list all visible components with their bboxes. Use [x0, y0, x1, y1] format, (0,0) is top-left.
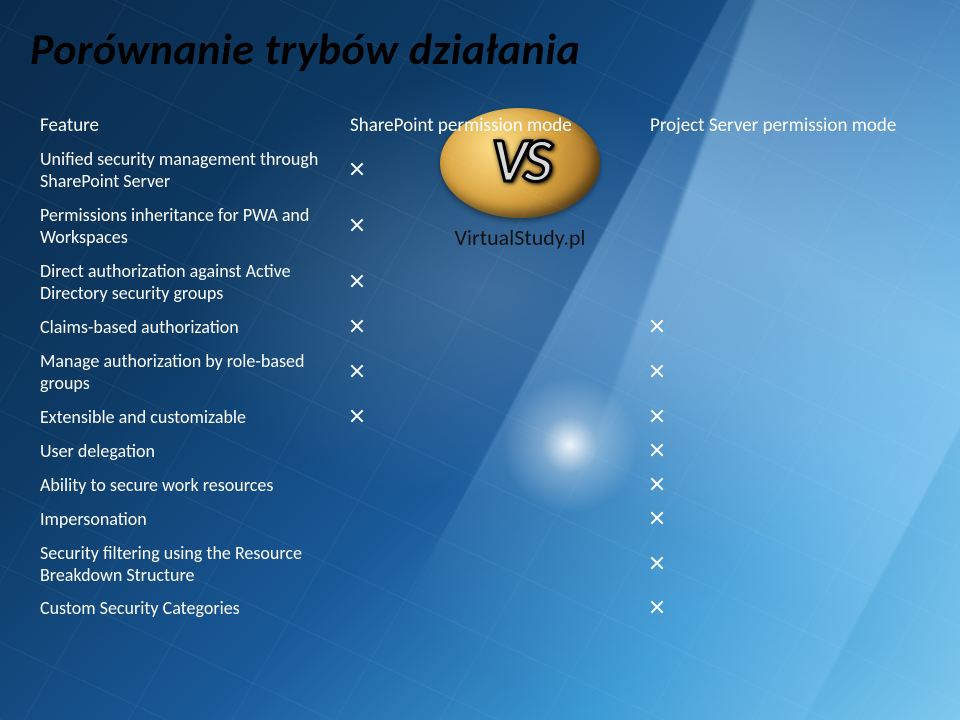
cell-sp: [340, 311, 640, 345]
cell-sp: [340, 345, 640, 401]
feature-label: Manage authorization by role-based group…: [30, 345, 340, 401]
header-project-server: Project Server permission mode: [640, 108, 930, 143]
check-icon: [650, 511, 664, 525]
feature-label: User delegation: [30, 435, 340, 469]
cell-ps: [640, 311, 930, 345]
feature-label: Unified security management through Shar…: [30, 143, 340, 199]
cell-ps: [640, 503, 930, 537]
slide-title: Porównanie trybów działania: [30, 22, 580, 76]
table-row: Extensible and customizable: [30, 401, 930, 435]
cell-ps: [640, 199, 930, 255]
check-icon: [650, 409, 664, 423]
comparison-table: Feature SharePoint permission mode Proje…: [30, 108, 930, 626]
cell-sp: [340, 199, 640, 255]
cell-ps: [640, 255, 930, 311]
feature-label: Direct authorization against Active Dire…: [30, 255, 340, 311]
check-icon: [350, 274, 364, 288]
cell-ps: [640, 345, 930, 401]
table-row: Custom Security Categories: [30, 592, 930, 626]
check-icon: [350, 218, 364, 232]
cell-ps: [640, 537, 930, 593]
cell-sp: [340, 469, 640, 503]
cell-sp: [340, 401, 640, 435]
feature-label: Impersonation: [30, 503, 340, 537]
check-icon: [650, 364, 664, 378]
check-icon: [350, 319, 364, 333]
table-row: Unified security management through Shar…: [30, 143, 930, 199]
table-row: Permissions inheritance for PWA and Work…: [30, 199, 930, 255]
feature-label: Ability to secure work resources: [30, 469, 340, 503]
feature-label: Claims-based authorization: [30, 311, 340, 345]
check-icon: [650, 477, 664, 491]
table-row: Claims-based authorization: [30, 311, 930, 345]
cell-sp: [340, 537, 640, 593]
check-icon: [350, 364, 364, 378]
check-icon: [350, 162, 364, 176]
cell-sp: [340, 503, 640, 537]
check-icon: [350, 409, 364, 423]
cell-sp: [340, 255, 640, 311]
feature-label: Security filtering using the Resource Br…: [30, 537, 340, 593]
cell-ps: [640, 401, 930, 435]
check-icon: [650, 443, 664, 457]
cell-sp: [340, 435, 640, 469]
feature-label: Custom Security Categories: [30, 592, 340, 626]
cell-ps: [640, 143, 930, 199]
cell-ps: [640, 469, 930, 503]
table-row: User delegation: [30, 435, 930, 469]
cell-ps: [640, 592, 930, 626]
cell-ps: [640, 435, 930, 469]
feature-label: Extensible and customizable: [30, 401, 340, 435]
table-row: Impersonation: [30, 503, 930, 537]
table-header-row: Feature SharePoint permission mode Proje…: [30, 108, 930, 143]
header-sharepoint: SharePoint permission mode: [340, 108, 640, 143]
table-row: Security filtering using the Resource Br…: [30, 537, 930, 593]
cell-sp: [340, 592, 640, 626]
table-row: Ability to secure work resources: [30, 469, 930, 503]
check-icon: [650, 319, 664, 333]
check-icon: [650, 556, 664, 570]
header-feature: Feature: [30, 108, 340, 143]
feature-label: Permissions inheritance for PWA and Work…: [30, 199, 340, 255]
check-icon: [650, 600, 664, 614]
table-row: Manage authorization by role-based group…: [30, 345, 930, 401]
table-row: Direct authorization against Active Dire…: [30, 255, 930, 311]
cell-sp: [340, 143, 640, 199]
slide: Porównanie trybów działania VS VirtualSt…: [0, 0, 960, 720]
